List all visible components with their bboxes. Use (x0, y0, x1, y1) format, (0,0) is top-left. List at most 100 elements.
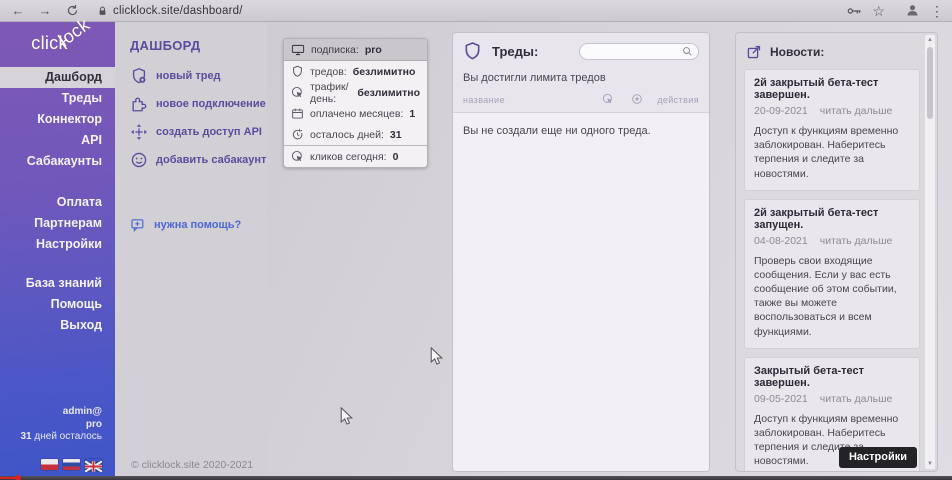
sidebar-item[interactable]: Дашборд (0, 67, 115, 88)
column-header-name: название (463, 95, 602, 105)
lock-icon (97, 5, 108, 17)
account-plan: pro (21, 419, 103, 432)
flag-russia-icon[interactable] (63, 459, 80, 470)
sidebar-item[interactable]: Настройки (0, 234, 115, 255)
subscription-value: pro (365, 44, 382, 56)
puzzle-icon (130, 95, 148, 113)
stat-row-paid-months: оплачено месяцев: 1 (284, 103, 427, 124)
back-icon[interactable]: ← (9, 2, 27, 20)
threads-panel: Треды: Вы достигли лимита тредов названи… (452, 32, 710, 472)
settings-button[interactable]: Настройки (839, 447, 917, 468)
sidebar-item[interactable]: Выход (0, 315, 115, 336)
news-panel: Новости: 2й закрытый бета-тест завершен.… (735, 32, 938, 472)
url-text: clicklock.site/dashboard/ (113, 5, 243, 17)
need-help-link[interactable]: нужна помощь? (130, 217, 241, 233)
video-playhead-icon (15, 475, 21, 480)
news-item-date: 20-09-2021 (754, 105, 808, 117)
browser-chrome: ← → clicklock.site/dashboard/ ☆ ⋮ (0, 0, 952, 22)
move-arrows-icon (130, 123, 148, 141)
app-area: clicklock ДашбордТредыКоннекторAPIСабака… (0, 22, 952, 480)
sidebar-item[interactable]: Коннектор (0, 109, 115, 130)
news-item: 2й закрытый бета-тест завершен. 20-09-20… (744, 69, 920, 191)
sidebar-nav-main: ДашбордТредыКоннекторAPIСабакаунты (0, 67, 115, 172)
account-days-label: дней осталось (32, 431, 102, 442)
shield-plus-icon (130, 67, 148, 85)
news-item-body: Проверь свои входящие сообщения. Если у … (754, 254, 910, 339)
screenshot-root: ← → clicklock.site/dashboard/ ☆ ⋮ clickl… (0, 0, 952, 480)
search-input[interactable] (585, 46, 682, 57)
browser-menu-dots-icon[interactable]: ⋮ (930, 4, 944, 18)
stat-row-threads: тредов: безлимитно (284, 61, 427, 82)
new-connection-label: новое подключение (156, 98, 266, 110)
dashboard-title: ДАШБОРД (130, 38, 200, 53)
profile-avatar-icon[interactable] (903, 2, 921, 20)
news-item: 2й закрытый бета-тест запущен. 04-08-202… (744, 199, 920, 349)
clicklock-logo[interactable]: clicklock (0, 22, 115, 64)
chat-plus-icon (130, 217, 146, 233)
column-header-actions: действия (657, 95, 699, 105)
subscription-card: подписка: pro тредов: безлимитно трафик/… (283, 38, 428, 168)
read-more-link[interactable]: читать дальше (820, 105, 893, 117)
mouse-cursor-icon (430, 347, 443, 366)
click-icon (291, 86, 304, 99)
subscription-label: подписка: (311, 44, 359, 56)
news-scrollbar[interactable]: ▲ ▼ (925, 35, 935, 469)
add-subaccount-label: добавить сабакаунт (156, 154, 266, 166)
external-link-icon (746, 44, 762, 60)
sidebar-item[interactable]: Треды (0, 88, 115, 109)
account-summary: admin@ pro 31 дней осталось (21, 406, 103, 444)
sidebar-item[interactable]: Помощь (0, 294, 115, 315)
scroll-down-icon[interactable]: ▼ (925, 459, 935, 469)
subscription-header: подписка: pro (284, 39, 427, 61)
account-days-value: 31 (21, 431, 32, 442)
clock-icon (291, 128, 304, 141)
dashboard-panel: ДАШБОРД новый тред новое подключение соз… (115, 22, 267, 480)
read-more-link[interactable]: читать дальше (820, 393, 893, 405)
sidebar-item[interactable]: База знаний (0, 273, 115, 294)
calendar-icon (291, 107, 304, 120)
news-title: Новости: (770, 45, 824, 59)
create-api-access-label: создать доступ API (156, 126, 262, 138)
need-help-label: нужна помощь? (154, 219, 241, 231)
news-list: 2й закрытый бета-тест завершен. 20-09-20… (744, 69, 920, 471)
read-more-link[interactable]: читать дальше (820, 235, 893, 247)
create-api-access-link[interactable]: создать доступ API (130, 123, 262, 141)
flag-poland-icon[interactable] (41, 459, 58, 470)
threads-empty-message: Вы не создали еще ни одного треда. (463, 125, 699, 137)
new-thread-link[interactable]: новый тред (130, 67, 221, 85)
flag-uk-icon[interactable] (85, 459, 102, 470)
language-flags (41, 459, 102, 470)
address-bar[interactable]: clicklock.site/dashboard/ (97, 5, 243, 17)
monitor-icon (291, 43, 305, 57)
scrollbar-thumb[interactable] (927, 47, 933, 119)
key-icon[interactable] (845, 2, 863, 20)
bookmark-star-icon[interactable]: ☆ (872, 4, 885, 18)
click-icon (291, 150, 304, 163)
video-progress-fill (0, 477, 16, 479)
news-item-date: 04-08-2021 (754, 235, 808, 247)
stat-row-days-left: осталось дней: 31 (284, 124, 427, 145)
sidebar: clicklock ДашбордТредыКоннекторAPIСабака… (0, 22, 115, 480)
video-progress-bar (0, 476, 952, 480)
sidebar-item[interactable]: Сабакаунты (0, 151, 115, 172)
new-thread-label: новый тред (156, 70, 221, 82)
scroll-up-icon[interactable]: ▲ (925, 35, 935, 45)
sidebar-nav-account: ОплатаПартнерамНастройки (0, 192, 115, 255)
smiley-icon (130, 151, 148, 169)
new-connection-link[interactable]: новое подключение (130, 95, 266, 113)
news-item-body: Доступ к функциям временно заблокирован.… (754, 124, 910, 181)
sidebar-item[interactable]: Партнерам (0, 213, 115, 234)
forward-icon[interactable]: → (36, 2, 54, 20)
sidebar-nav-footer: База знанийПомощьВыход (0, 273, 115, 336)
add-subaccount-link[interactable]: добавить сабакаунт (130, 151, 266, 169)
news-item-title: 2й закрытый бета-тест запущен. (754, 207, 910, 231)
sidebar-item[interactable]: API (0, 130, 115, 151)
mouse-cursor-icon (340, 407, 353, 426)
status-column-icon (631, 93, 643, 107)
sidebar-item[interactable]: Оплата (0, 192, 115, 213)
news-item-title: Закрытый бета-тест завершен. (754, 365, 910, 389)
threads-limit-notice: Вы достигли лимита тредов (463, 72, 699, 84)
search-icon[interactable] (682, 46, 693, 57)
copyright-text: © clicklock.site 2020-2021 (131, 459, 253, 471)
shield-icon (463, 41, 482, 61)
